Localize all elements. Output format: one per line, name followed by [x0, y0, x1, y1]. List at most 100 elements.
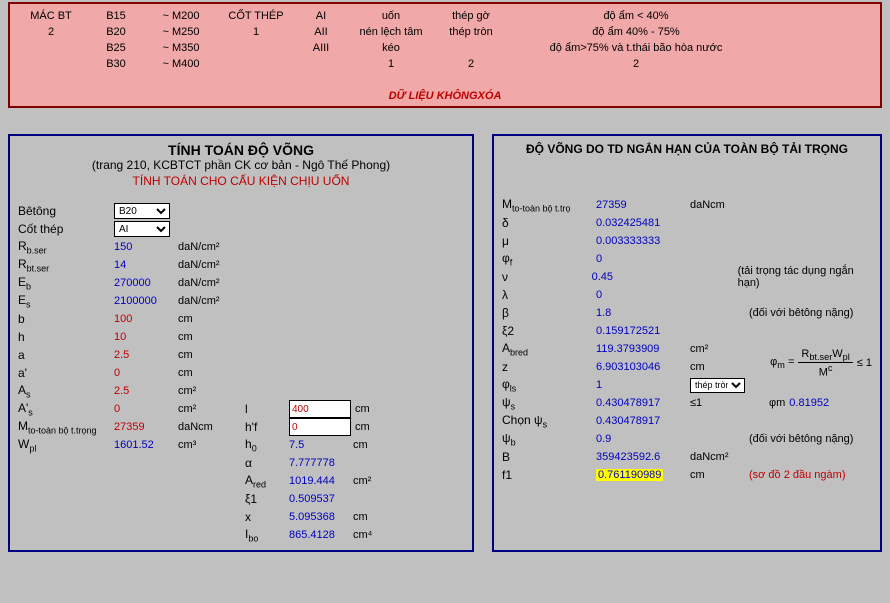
param-unit: daNcm² — [690, 451, 745, 463]
steel-type-select[interactable]: thép tròn — [690, 378, 745, 393]
param-label: As — [18, 383, 110, 399]
param-label: a — [18, 348, 110, 362]
param-unit: cm² — [178, 385, 228, 397]
param-label: Chọn ψs — [502, 413, 592, 429]
phim-value: 0.81952 — [789, 397, 849, 409]
top-cell: B20 — [86, 26, 146, 38]
param-label: μ — [502, 234, 592, 248]
param-note: (đối với bêtông nặng) — [749, 307, 853, 319]
param-label: Abred — [502, 341, 592, 357]
param-label: φls — [502, 377, 592, 393]
top-header: uốn — [346, 10, 436, 22]
left-title: TÍNH TOÁN ĐỘ VÕNG — [18, 142, 464, 158]
param-label: Wpl — [18, 437, 110, 453]
top-cell: AIII — [296, 42, 346, 54]
param-input[interactable] — [289, 400, 351, 418]
right-panel: ĐỘ VÕNG DO TD NGẮN HẠN CỦA TOÀN BỘ TẢI T… — [492, 134, 882, 552]
param-unit: cm — [178, 367, 228, 379]
param-label: α — [245, 456, 285, 470]
param-note: (tải trọng tác dụng ngắn hạn) — [738, 265, 872, 289]
param-value: 5.095368 — [289, 511, 349, 523]
ct-label: Cốt thép — [18, 222, 110, 236]
param-value: 0.509537 — [289, 493, 349, 505]
param-value: 359423592.6 — [596, 451, 686, 463]
param-label: z — [502, 360, 592, 374]
param-label: ξ2 — [502, 324, 592, 338]
param-label: Es — [18, 293, 110, 309]
param-value: 150 — [114, 241, 174, 253]
param-unit: cm — [353, 511, 403, 523]
bt-label: Bêtông — [18, 204, 110, 218]
param-value: 1019.444 — [289, 475, 349, 487]
top-cell: ~ M400 — [146, 58, 216, 70]
param-note: (đối với bêtông nặng) — [749, 433, 853, 445]
top-header: B15 — [86, 10, 146, 22]
top-header: ~ M200 — [146, 10, 216, 22]
param-value: 27359 — [114, 421, 174, 433]
top-header: MÁC BT — [16, 10, 86, 22]
formula-phim: φm = Rbt.serWpl Mc ≤ 1 — [770, 348, 872, 379]
bt-select[interactable]: B20 — [114, 203, 170, 219]
param-value: 6.903103046 — [596, 361, 686, 373]
top-header: độ ẩm < 40% — [506, 10, 766, 22]
param-value: 865.4128 — [289, 529, 349, 541]
param-value: 0 — [114, 367, 174, 379]
param-label: δ — [502, 216, 592, 230]
param-value: 119.3793909 — [596, 343, 686, 355]
param-unit: daN/cm² — [178, 241, 228, 253]
param-value: 0.032425481 — [596, 217, 686, 229]
param-label: ψb — [502, 431, 592, 447]
param-label: f1 — [502, 468, 592, 482]
param-unit: cm — [690, 361, 745, 373]
param-value: 0.159172521 — [596, 325, 686, 337]
top-cell: thép tròn — [436, 26, 506, 38]
param-unit: cm — [355, 403, 405, 415]
param-label: l — [245, 402, 285, 416]
param-value: 0 — [114, 403, 174, 415]
param-value: 2.5 — [114, 385, 174, 397]
param-label: A's — [18, 401, 110, 417]
param-unit: cm — [178, 331, 228, 343]
param-unit: cm⁴ — [353, 529, 403, 541]
param-unit: ≤1 — [690, 397, 745, 409]
param-label: b — [18, 312, 110, 326]
param-input[interactable] — [289, 418, 351, 436]
param-value: 270000 — [114, 277, 174, 289]
param-label: h0 — [245, 437, 285, 453]
top-cell: B30 — [86, 58, 146, 70]
param-value: 0.003333333 — [596, 235, 686, 247]
param-value: 0.430478917 — [596, 415, 686, 427]
top-header: thép gờ — [436, 10, 506, 22]
param-unit: daN/cm² — [178, 277, 228, 289]
top-cell: kéo — [346, 42, 436, 54]
param-unit: daN/cm² — [178, 259, 228, 271]
param-label: Ibo — [245, 527, 285, 543]
param-label: β — [502, 306, 592, 320]
param-value: 7.5 — [289, 439, 349, 451]
param-value: 1.8 — [596, 307, 686, 319]
top-cell: độ ẩm 40% - 75% — [506, 26, 766, 38]
param-value: 7.777778 — [289, 457, 349, 469]
param-label: Rb.ser — [18, 239, 110, 255]
top-cell: 1 — [216, 26, 296, 38]
ct-select[interactable]: AI — [114, 221, 170, 237]
param-value: 27359 — [596, 199, 686, 211]
param-value: 10 — [114, 331, 174, 343]
param-value: 1 — [596, 379, 686, 391]
param-unit: daNcm — [178, 421, 228, 433]
param-label: Rbt.ser — [18, 257, 110, 273]
param-value: 0.9 — [596, 433, 686, 445]
param-unit: cm — [690, 469, 745, 481]
param-label: B — [502, 450, 592, 464]
param-label: Ared — [245, 473, 285, 489]
param-label: h'f — [245, 420, 285, 434]
left-sub1: (trang 210, KCBTCT phần CK cơ bản - Ngô … — [18, 158, 464, 172]
param-label: x — [245, 510, 285, 524]
param-unit: cm — [178, 349, 228, 361]
top-cell: B25 — [86, 42, 146, 54]
right-title: ĐỘ VÕNG DO TD NGẮN HẠN CỦA TOÀN BỘ TẢI T… — [502, 142, 872, 156]
param-value: 0 — [596, 289, 686, 301]
left-panel: TÍNH TOÁN ĐỘ VÕNG (trang 210, KCBTCT phầ… — [8, 134, 474, 552]
param-label: a' — [18, 366, 110, 380]
top-header: CỐT THÉP — [216, 10, 296, 22]
